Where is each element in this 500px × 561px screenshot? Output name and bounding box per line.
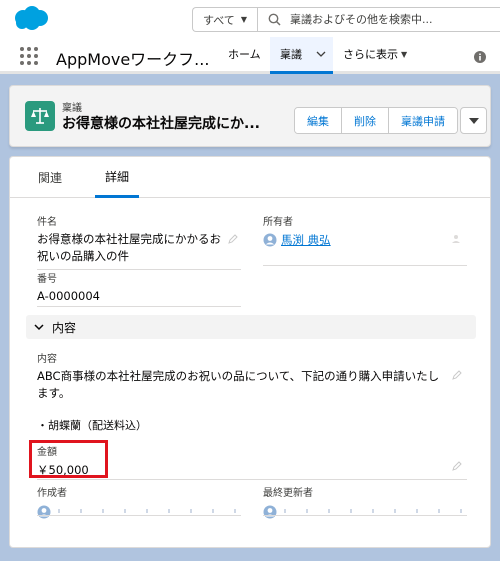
nav-item-label: ホーム bbox=[228, 48, 261, 61]
edit-button[interactable]: 編集 bbox=[295, 108, 342, 133]
detail-card: 関連 詳細 件名 お得意様の本社社屋完成にかかるお 祝いの品購入の件 所有者 馬… bbox=[9, 156, 491, 548]
record-actions: 編集 削除 稟議申請 bbox=[294, 107, 458, 134]
search-input[interactable] bbox=[290, 13, 490, 26]
app-nav-bar: AppMoveワークフ... ホーム 稟議 さらに表示 ▼ bbox=[0, 37, 500, 74]
content-value-line1: ABC商事様の本社社屋完成のお祝いの品について、下記の通り購入申請いたし bbox=[37, 369, 440, 383]
redacted-text bbox=[284, 509, 464, 513]
number-value: A-0000004 bbox=[37, 289, 100, 303]
tab-related[interactable]: 関連 bbox=[38, 157, 62, 198]
nav-item-ringi[interactable]: 稟議 bbox=[270, 37, 333, 74]
caret-down-icon: ▼ bbox=[401, 49, 408, 59]
section-title: 内容 bbox=[52, 320, 77, 335]
chevron-down-icon[interactable] bbox=[316, 51, 326, 58]
field-divider bbox=[263, 515, 467, 516]
content-value-line2: ます。 bbox=[37, 386, 71, 400]
search-scope-label: すべて bbox=[203, 13, 235, 27]
nav-item-home[interactable]: ホーム bbox=[228, 37, 261, 71]
content-field: 内容 ABC商事様の本社社屋完成のお祝いの品について、下記の通り購入申請いたし … bbox=[37, 350, 457, 434]
amount-field: 金額 ￥50,000 bbox=[37, 443, 89, 479]
user-avatar-icon bbox=[37, 505, 51, 519]
subject-field: 件名 お得意様の本社社屋完成にかかるお 祝いの品購入の件 bbox=[37, 213, 221, 265]
search-scope-dropdown[interactable]: すべて ▼ bbox=[193, 8, 258, 31]
nav-item-more[interactable]: さらに表示 ▼ bbox=[343, 37, 407, 71]
amount-label: 金額 bbox=[37, 447, 57, 458]
modified-by-field: 最終更新者 bbox=[263, 484, 313, 519]
field-divider bbox=[263, 265, 467, 266]
nav-item-label: 稟議 bbox=[280, 48, 302, 61]
section-header-content[interactable]: 内容 bbox=[26, 315, 476, 339]
scales-icon bbox=[25, 101, 55, 131]
chevron-down-icon: ▼ bbox=[240, 15, 247, 24]
field-divider bbox=[37, 306, 241, 307]
tab-detail[interactable]: 詳細 bbox=[95, 157, 140, 198]
global-search: すべて ▼ bbox=[192, 7, 500, 32]
nav-item-label: さらに表示 bbox=[343, 48, 398, 61]
subject-value-line1: お得意様の本社社屋完成にかかるお bbox=[37, 232, 221, 246]
pencil-icon[interactable] bbox=[452, 461, 462, 471]
owner-link[interactable]: 馬渕 典弘 bbox=[281, 232, 331, 248]
content-label: 内容 bbox=[37, 354, 57, 365]
chevron-down-icon bbox=[34, 323, 44, 330]
delete-button[interactable]: 削除 bbox=[342, 108, 389, 133]
created-by-field: 作成者 bbox=[37, 484, 67, 519]
pencil-icon[interactable] bbox=[228, 234, 238, 244]
user-avatar-icon bbox=[263, 505, 277, 519]
number-label: 番号 bbox=[37, 274, 57, 285]
app-name: AppMoveワークフ... bbox=[56, 50, 210, 69]
pencil-icon[interactable] bbox=[452, 370, 462, 380]
app-launcher-icon[interactable] bbox=[20, 47, 38, 65]
content-value-line3: ・胡蝶蘭（配送料込） bbox=[37, 419, 147, 432]
submit-approval-button[interactable]: 稟議申請 bbox=[389, 108, 457, 133]
record-tabs: 関連 詳細 bbox=[10, 157, 490, 198]
redacted-text bbox=[58, 509, 238, 513]
subject-value-line2: 祝いの品購入の件 bbox=[37, 249, 129, 263]
modified-by-label: 最終更新者 bbox=[263, 488, 313, 499]
salesforce-logo-icon[interactable] bbox=[10, 5, 52, 33]
subject-label: 件名 bbox=[37, 217, 57, 228]
amount-value: ￥50,000 bbox=[37, 463, 89, 477]
number-field: 番号 A-0000004 bbox=[37, 270, 100, 305]
field-divider bbox=[37, 515, 241, 516]
record-title: お得意様の本社社屋完成にか... bbox=[62, 116, 260, 132]
owner-label: 所有者 bbox=[263, 217, 293, 228]
created-by-label: 作成者 bbox=[37, 488, 67, 499]
record-type-label: 稟議 bbox=[62, 103, 82, 114]
field-divider bbox=[37, 479, 467, 480]
owner-field: 所有者 馬渕 典弘 bbox=[263, 213, 331, 248]
record-header: 稟議 お得意様の本社社屋完成にか... 編集 削除 稟議申請 bbox=[9, 85, 491, 147]
caret-down-icon bbox=[468, 117, 479, 124]
more-actions-button[interactable] bbox=[460, 107, 487, 134]
search-icon bbox=[258, 13, 290, 26]
user-avatar-icon bbox=[263, 233, 277, 247]
info-icon[interactable] bbox=[474, 51, 486, 63]
global-header: すべて ▼ bbox=[0, 0, 500, 37]
change-owner-icon[interactable] bbox=[452, 234, 462, 244]
